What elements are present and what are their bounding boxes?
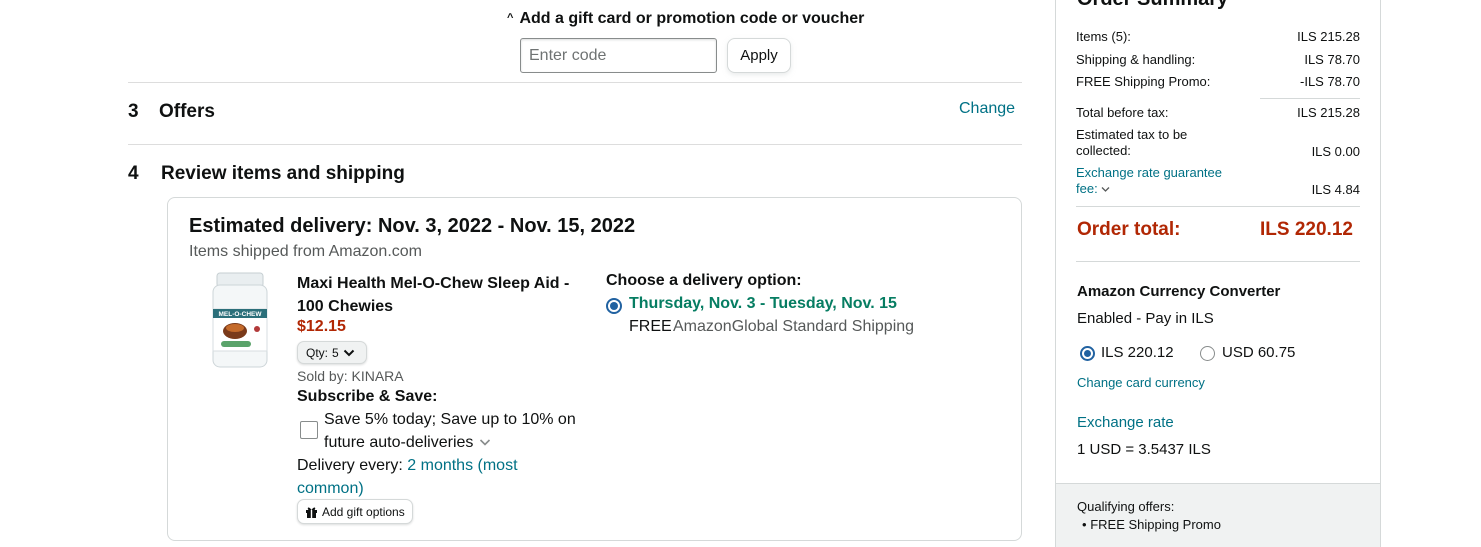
delivery-date-range[interactable]: Thursday, Nov. 3 - Tuesday, Nov. 15	[629, 295, 897, 313]
chevron-down-icon	[480, 439, 491, 446]
qty-label: Qty:	[306, 345, 329, 360]
qualifying-offer-item: • FREE Shipping Promo	[1082, 517, 1221, 532]
product-title[interactable]: Maxi Health Mel-O-Chew Sleep Aid - 100 C…	[297, 272, 587, 318]
delivery-every-label: Delivery every:	[297, 457, 403, 474]
currency-option-usd[interactable]: USD 60.75	[1222, 344, 1295, 361]
summary-value: ILS 78.70	[1304, 52, 1360, 67]
divider	[128, 82, 1022, 83]
order-total-value: ILS 220.12	[1260, 219, 1353, 240]
delivery-frequency: Delivery every: 2 months (most common)	[297, 454, 567, 500]
summary-label: Estimated tax to be collected:	[1076, 127, 1188, 158]
summary-row-total-before-tax: Total before tax: ILS 215.28	[1076, 105, 1360, 120]
currency-radio-usd[interactable]	[1200, 346, 1215, 361]
chevron-up-icon: ^	[507, 12, 514, 24]
step-number-review: 4	[128, 163, 139, 184]
exchange-rate-link[interactable]: Exchange rate	[1077, 414, 1174, 431]
exchange-fee-link[interactable]: Exchange rate guarantee fee:	[1076, 165, 1236, 197]
gift-icon	[306, 507, 317, 518]
currency-radio-ils[interactable]	[1080, 346, 1095, 361]
subscribe-save-title: Subscribe & Save:	[297, 388, 438, 405]
summary-row-exchange-fee: Exchange rate guarantee fee: ILS 4.84	[1076, 165, 1360, 197]
promo-code-input[interactable]	[520, 38, 717, 73]
step-title-offers: Offers	[159, 101, 215, 122]
change-card-currency-link[interactable]: Change card currency	[1077, 375, 1205, 390]
gift-card-toggle[interactable]: ^ Add a gift card or promotion code or v…	[507, 10, 864, 28]
delivery-method: AmazonGlobal Standard Shipping	[673, 318, 915, 335]
order-summary-title: Order Summary	[1077, 0, 1228, 11]
delivery-price: FREE	[629, 318, 672, 335]
divider	[1076, 206, 1360, 207]
add-gift-options-button[interactable]: Add gift options	[297, 499, 413, 524]
summary-label: Shipping & handling:	[1076, 52, 1196, 67]
summary-label: FREE Shipping Promo:	[1076, 74, 1211, 89]
exchange-rate-value: 1 USD = 3.5437 ILS	[1077, 441, 1211, 458]
chevron-down-icon	[1101, 187, 1110, 192]
divider	[1260, 98, 1360, 99]
summary-label: Items (5):	[1076, 29, 1131, 44]
step-title-review: Review items and shipping	[161, 163, 405, 184]
product-brand-label: MEL-O-CHEW	[219, 311, 263, 318]
change-offers-link[interactable]: Change	[959, 100, 1015, 118]
product-bottle-image[interactable]: MEL-O-CHEW	[207, 271, 273, 371]
order-total-label: Order total:	[1077, 219, 1181, 240]
summary-value: -ILS 78.70	[1300, 74, 1360, 89]
subscribe-description[interactable]: Save 5% today; Save up to 10% on future …	[324, 408, 589, 454]
quantity-dropdown[interactable]: Qty: 5	[297, 341, 367, 364]
qualifying-offers-title: Qualifying offers:	[1077, 499, 1175, 514]
chevron-down-icon	[343, 349, 354, 356]
estimated-delivery-heading: Estimated delivery: Nov. 3, 2022 - Nov. …	[189, 215, 636, 237]
divider	[128, 144, 1022, 145]
currency-option-ils[interactable]: ILS 220.12	[1101, 344, 1174, 361]
exchange-fee-label: Exchange rate guarantee fee:	[1076, 165, 1222, 196]
divider	[1076, 261, 1360, 262]
qty-value: 5	[332, 345, 339, 360]
qualifying-offer-label: FREE Shipping Promo	[1090, 517, 1221, 532]
summary-value: ILS 4.84	[1311, 182, 1360, 197]
delivery-option-radio[interactable]	[606, 298, 622, 314]
qualifying-offers-box	[1056, 483, 1380, 547]
sold-by-text: Sold by: KINARA	[297, 368, 404, 384]
step-number-offers: 3	[128, 101, 139, 122]
summary-value: ILS 215.28	[1297, 29, 1360, 44]
gift-card-toggle-label: Add a gift card or promotion code or vou…	[519, 10, 865, 27]
summary-row-shipping: Shipping & handling: ILS 78.70	[1076, 52, 1360, 67]
currency-converter-title: Amazon Currency Converter	[1077, 283, 1281, 300]
currency-converter-status: Enabled - Pay in ILS	[1077, 310, 1214, 327]
choose-delivery-heading: Choose a delivery option:	[606, 272, 802, 289]
gift-options-label: Add gift options	[322, 504, 405, 519]
shipped-from-text: Items shipped from Amazon.com	[189, 243, 422, 260]
summary-value: ILS 0.00	[1311, 144, 1360, 159]
summary-row-items: Items (5): ILS 215.28	[1076, 29, 1360, 44]
summary-value: ILS 215.28	[1297, 105, 1360, 120]
bullet-icon: •	[1082, 517, 1087, 532]
subscribe-checkbox[interactable]	[300, 421, 318, 439]
subscribe-text: Save 5% today; Save up to 10% on future …	[324, 411, 576, 451]
apply-code-button[interactable]: Apply	[727, 38, 791, 73]
summary-label: Total before tax:	[1076, 105, 1169, 120]
product-price: $12.15	[297, 318, 346, 335]
summary-row-promo: FREE Shipping Promo: -ILS 78.70	[1076, 74, 1360, 89]
summary-row-tax: Estimated tax to be collected: ILS 0.00	[1076, 127, 1360, 159]
